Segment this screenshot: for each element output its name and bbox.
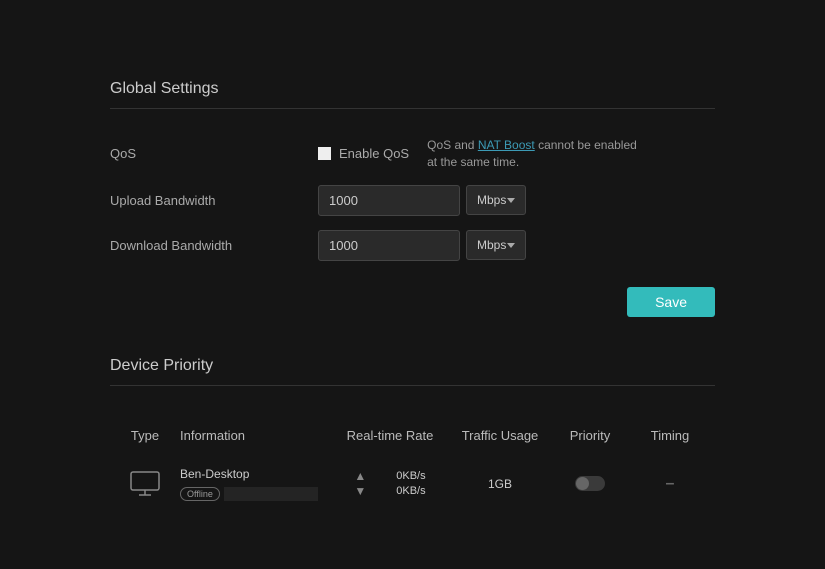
toggle-knob bbox=[576, 477, 589, 490]
qos-info-text: QoS and NAT Boost cannot be enabled at t… bbox=[427, 137, 637, 171]
arrow-down-icon: ▼ bbox=[354, 485, 366, 497]
upload-rate-value: 0KB/s bbox=[396, 470, 425, 482]
upload-unit-select[interactable]: Mbps bbox=[466, 185, 526, 215]
download-bandwidth-row: Download Bandwidth Mbps bbox=[110, 230, 715, 261]
device-name: Ben-Desktop bbox=[180, 467, 330, 481]
enable-qos-checkbox[interactable] bbox=[318, 147, 331, 160]
header-rate: Real-time Rate bbox=[330, 428, 450, 443]
download-bandwidth-input[interactable] bbox=[318, 230, 460, 261]
monitor-icon bbox=[129, 470, 161, 498]
header-traffic: Traffic Usage bbox=[450, 428, 550, 443]
qos-label: QoS bbox=[110, 146, 318, 161]
download-unit-select[interactable]: Mbps bbox=[466, 230, 526, 260]
device-table-header: Type Information Real-time Rate Traffic … bbox=[110, 414, 715, 457]
save-button[interactable]: Save bbox=[627, 287, 715, 317]
global-settings-heading: Global Settings bbox=[110, 80, 715, 109]
nat-boost-link[interactable]: NAT Boost bbox=[478, 138, 535, 152]
device-type-icon bbox=[110, 470, 180, 498]
chevron-down-icon bbox=[507, 198, 515, 203]
device-priority-heading: Device Priority bbox=[110, 357, 715, 386]
upload-bandwidth-row: Upload Bandwidth Mbps bbox=[110, 185, 715, 216]
header-type: Type bbox=[110, 428, 180, 443]
priority-toggle[interactable] bbox=[575, 476, 605, 491]
chevron-down-icon bbox=[507, 243, 515, 248]
header-information: Information bbox=[180, 428, 330, 443]
qos-row: QoS Enable QoS QoS and NAT Boost cannot … bbox=[110, 137, 715, 171]
device-address-hidden bbox=[224, 487, 318, 501]
upload-bandwidth-label: Upload Bandwidth bbox=[110, 193, 318, 208]
header-priority: Priority bbox=[550, 428, 630, 443]
arrow-up-icon: ▲ bbox=[354, 470, 366, 482]
timing-value: – bbox=[630, 475, 710, 493]
download-bandwidth-label: Download Bandwidth bbox=[110, 238, 318, 253]
header-timing: Timing bbox=[630, 428, 710, 443]
enable-qos-label: Enable QoS bbox=[339, 146, 409, 161]
status-badge: Offline bbox=[180, 487, 220, 501]
download-rate-value: 0KB/s bbox=[396, 485, 425, 497]
device-row: Ben-Desktop Offline ▲ ▼ 0KB/s 0KB/s 1GB … bbox=[110, 457, 715, 511]
traffic-usage-value: 1GB bbox=[450, 477, 550, 491]
upload-bandwidth-input[interactable] bbox=[318, 185, 460, 216]
